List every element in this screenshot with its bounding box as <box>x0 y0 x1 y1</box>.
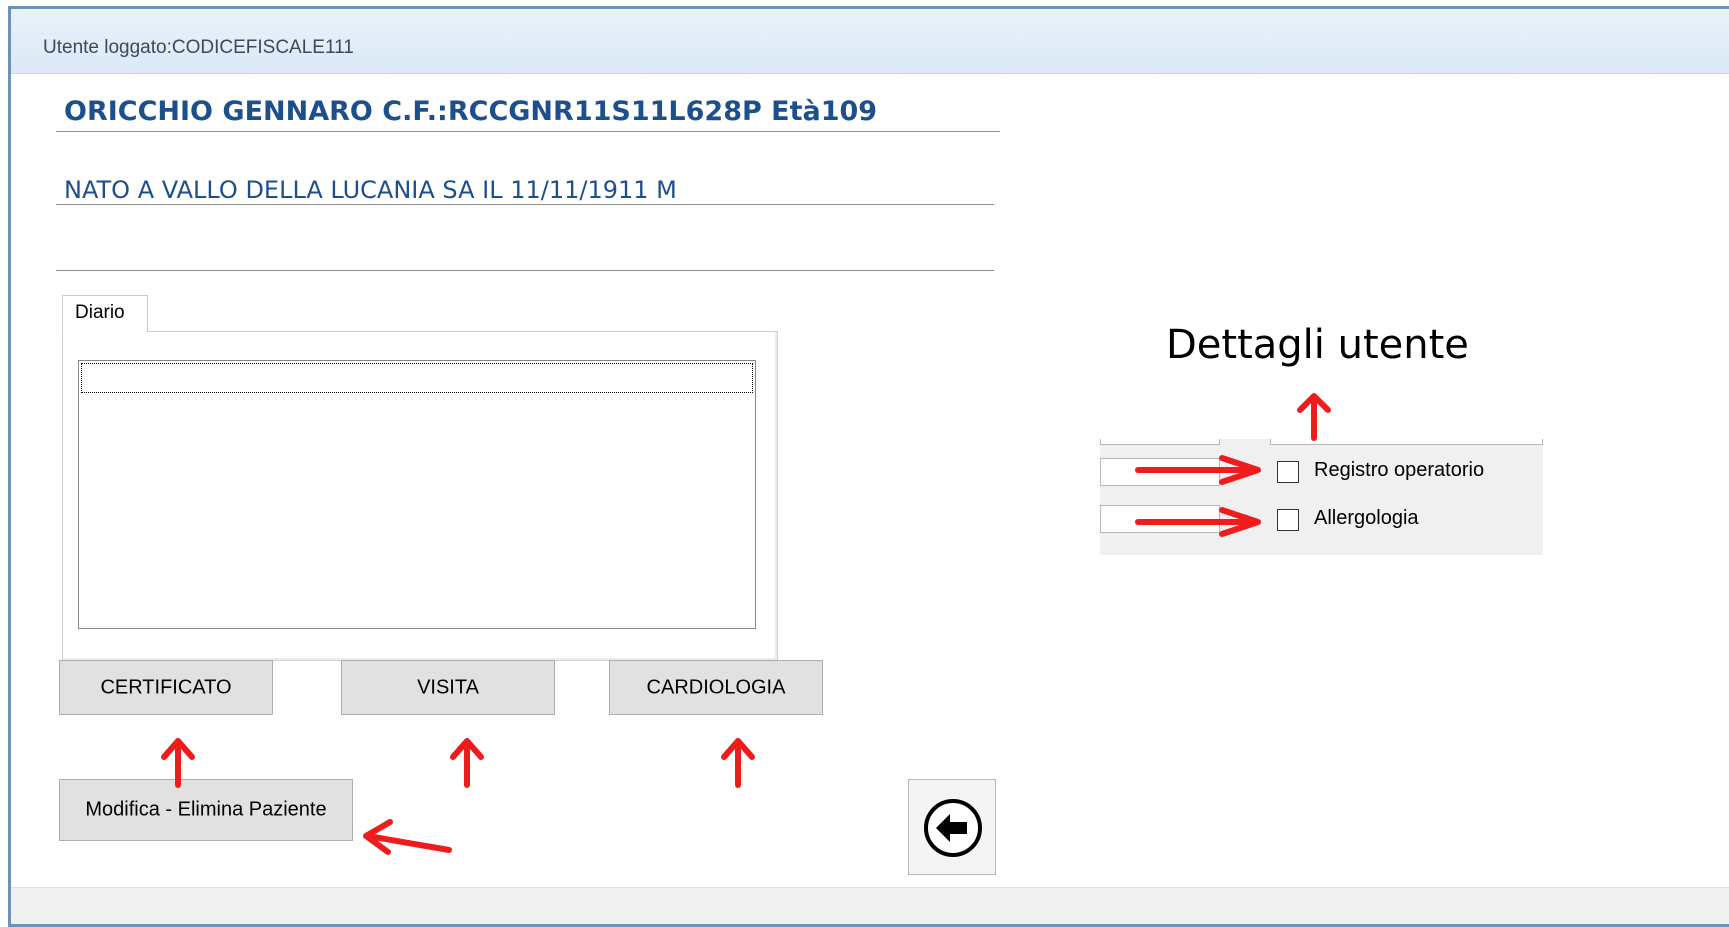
visita-button[interactable]: VISITA <box>341 660 555 715</box>
list-item[interactable] <box>81 363 753 393</box>
tab-diario[interactable]: Diario <box>62 295 148 332</box>
button-label: Modifica - Elimina Paziente <box>85 798 327 821</box>
logged-user-label: Utente loggato:CODICEFISCALE111 <box>43 37 354 58</box>
user-details-panel: Registro operatorio Allergologia <box>1100 439 1543 555</box>
status-bar <box>11 887 1729 924</box>
allergologia-label: Allergologia <box>1314 507 1419 529</box>
divider <box>56 270 994 271</box>
patient-birth-info: NATO A VALLO DELLA LUCANIA SA IL 11/11/1… <box>64 176 677 204</box>
tab-label: Diario <box>75 302 125 323</box>
patient-name-header: ORICCHIO GENNARO C.F.:RCCGNR11S11L628P E… <box>64 96 878 127</box>
arrow-left-circle-icon <box>924 799 982 857</box>
registro-operatorio-checkbox[interactable] <box>1277 461 1299 483</box>
registro-operatorio-label: Registro operatorio <box>1314 459 1485 481</box>
input-field-stub[interactable] <box>1100 505 1220 533</box>
cardiologia-button[interactable]: CARDIOLOGIA <box>609 660 823 715</box>
divider <box>56 204 994 205</box>
button-label: CARDIOLOGIA <box>646 676 786 698</box>
allergologia-checkbox[interactable] <box>1277 509 1299 531</box>
annotation-dettagli-utente: Dettagli utente <box>1166 322 1469 368</box>
certificato-button[interactable]: CERTIFICATO <box>59 660 273 715</box>
button-label: CERTIFICATO <box>100 676 232 698</box>
input-field-stub[interactable] <box>1100 458 1220 486</box>
diary-listbox[interactable] <box>78 360 756 629</box>
title-bar: Utente loggato:CODICEFISCALE111 <box>11 9 1729 74</box>
back-button[interactable] <box>908 779 996 875</box>
input-field-stub[interactable] <box>1100 439 1220 445</box>
modifica-elimina-paziente-button[interactable]: Modifica - Elimina Paziente <box>59 779 353 841</box>
button-label: VISITA <box>417 676 479 698</box>
input-field-stub[interactable] <box>1270 439 1543 445</box>
divider <box>56 131 1000 132</box>
